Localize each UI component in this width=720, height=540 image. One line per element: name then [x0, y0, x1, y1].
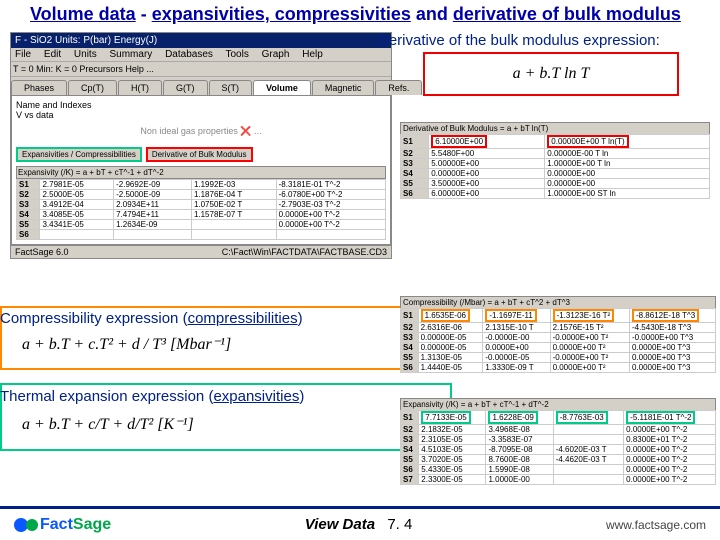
tab-h[interactable]: H(T) — [118, 80, 162, 95]
comp-grid: S11.6535E-06-1.1697E-11-1.3123E-16 T²-8.… — [400, 308, 716, 373]
menu-units[interactable]: Units — [74, 49, 97, 60]
tab-s[interactable]: S(T) — [209, 80, 253, 95]
view-data-label: View Data — [305, 516, 375, 533]
tab-g[interactable]: G(T) — [163, 80, 208, 95]
logo-orb-green — [26, 519, 38, 531]
menu-edit[interactable]: Edit — [44, 49, 61, 60]
factsage-window: F - SiO2 Units: P(bar) Energy(J) File Ed… — [10, 32, 392, 259]
comp-callout-title: Compressibility expression (compressibil… — [0, 310, 303, 327]
menubar[interactable]: File Edit Units Summary Databases Tools … — [11, 48, 391, 62]
version-label: 7. 4 — [387, 516, 412, 533]
menu-summary[interactable]: Summary — [110, 49, 153, 60]
tab-phases[interactable]: Phases — [11, 80, 67, 95]
therm-formula: a + b.T + c/T + d/T² [K⁻¹] — [22, 414, 194, 434]
page-title: Volume data - expansivities, compressivi… — [0, 0, 720, 29]
expansivity-grid: S12.7981E-05-2.9692E-091.1992E-03-8.3181… — [16, 179, 386, 240]
expansivity-button[interactable]: Expansivities / Compressibilities — [16, 147, 142, 162]
deriv-formula: a + b.T ln T — [513, 65, 590, 83]
exp-grid: S17.7133E-051.6228E-09-8.7763E-03-5.1181… — [400, 410, 716, 485]
deriv-panel-title: Derivative of Bulk Modulus = a + bT ln(T… — [400, 122, 710, 134]
deriv-panel: Derivative of Bulk Modulus = a + bT ln(T… — [400, 122, 710, 199]
pane-label: Name and Indexes — [16, 100, 386, 110]
exp-panel: Expansivity (/K) = a + bT + cT^-1 + dT^-… — [400, 398, 716, 485]
menu-graph[interactable]: Graph — [262, 49, 290, 60]
nonideal-box: Non ideal gas properties ❌ ... — [16, 120, 386, 143]
tab-cp[interactable]: Cp(T) — [68, 80, 117, 95]
grid-title: Expansivity (/K) = a + bT + cT^-1 + dT^-… — [16, 166, 386, 179]
tab-refs[interactable]: Refs. — [375, 80, 422, 95]
therm-callout-title: Thermal expansion expression (expansivit… — [0, 388, 304, 405]
comp-panel: Compressibility (/Mbar) = a + bT + cT^2 … — [400, 296, 716, 373]
menu-file[interactable]: File — [15, 49, 31, 60]
exp-panel-title: Expansivity (/K) = a + bT + cT^-1 + dT^-… — [400, 398, 716, 410]
deriv-formula-box: a + b.T ln T — [423, 52, 679, 96]
bulk-modulus-button[interactable]: Derivative of Bulk Modulus — [146, 147, 253, 162]
status-right: C:\Fact\Win\FACTDATA\FACTBASE.CD3 — [222, 247, 387, 257]
tab-magnetic[interactable]: Magnetic — [312, 80, 375, 95]
volume-pane: Name and Indexes V vs data Non ideal gas… — [11, 95, 391, 245]
tab-volume[interactable]: Volume — [253, 80, 311, 95]
menu-tools[interactable]: Tools — [226, 49, 249, 60]
deriv-callout-title: Derivative of the bulk modulus expressio… — [378, 32, 660, 49]
statusbar: FactSage 6.0 C:\Fact\Win\FACTDATA\FACTBA… — [11, 245, 391, 258]
comp-panel-title: Compressibility (/Mbar) = a + bT + cT^2 … — [400, 296, 716, 308]
toolbar: T = 0 Min: K = 0 Precursors Help ... — [11, 62, 391, 77]
menu-databases[interactable]: Databases — [165, 49, 213, 60]
window-titlebar: F - SiO2 Units: P(bar) Energy(J) — [11, 33, 391, 48]
factsage-logo: FactSage — [14, 516, 111, 534]
comp-formula: a + b.T + c.T² + d / T³ [Mbar⁻¹] — [22, 334, 231, 354]
menu-help[interactable]: Help — [302, 49, 323, 60]
pane-value: V vs data — [16, 110, 386, 120]
footer-url[interactable]: www.factsage.com — [606, 518, 706, 532]
deriv-grid: S16.10000E+000.00000E+00 T ln(T) S25.548… — [400, 134, 710, 199]
footer: FactSage View Data 7. 4 www.factsage.com — [0, 506, 720, 540]
status-left: FactSage 6.0 — [15, 247, 69, 257]
tab-row: Phases Cp(T) H(T) G(T) S(T) Volume Magne… — [11, 77, 391, 95]
